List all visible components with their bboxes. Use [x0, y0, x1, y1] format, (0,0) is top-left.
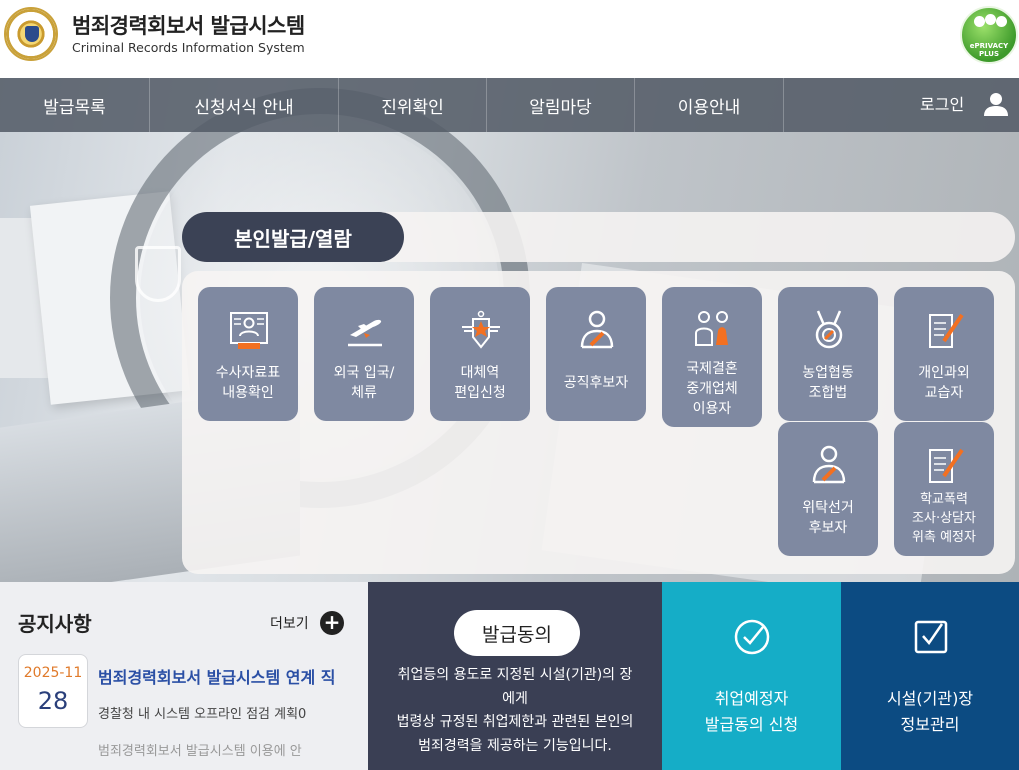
- site-header: 범죄경력회보서 발급시스템 Criminal Records Informati…: [0, 0, 1019, 78]
- site-title[interactable]: 범죄경력회보서 발급시스템: [72, 10, 305, 40]
- military-emblem-icon: [462, 310, 500, 349]
- notice-item-link[interactable]: 범죄경력회보서 발급시스템 이용에 안: [98, 740, 360, 759]
- nav-item-usage-guide[interactable]: 이용안내: [635, 78, 784, 132]
- facility-head-info-button[interactable]: 시설(기관)장 정보관리: [841, 582, 1019, 770]
- notice-title: 공지사항: [18, 612, 92, 636]
- person-sash-icon: [580, 310, 614, 349]
- label-line: 시설(기관)장: [886, 689, 974, 708]
- notice-date-month: 2025-11: [23, 665, 83, 681]
- facility-head-info-label: 시설(기관)장 정보관리: [841, 686, 1019, 738]
- tile-label-line: 후보자: [808, 520, 848, 536]
- main-nav: 발급목록 신청서식 안내 진위확인 알림마당 이용안내 로그인: [0, 78, 1019, 132]
- consent-desc-line: 취업등의 용도로 지정된 시설(기관)의 장: [397, 667, 633, 683]
- consent-desc-line: 범죄경력을 제공하는 기능입니다.: [418, 737, 612, 754]
- nav-item-form-guide[interactable]: 신청서식 안내: [150, 78, 339, 132]
- tile-investigation-record[interactable]: 수사자료표 내용확인: [198, 287, 298, 421]
- people-icon: [974, 14, 1008, 38]
- issue-consent-description: 취업등의 용도로 지정된 시설(기관)의 장 에게 법령상 규정된 취업제한과 …: [380, 664, 650, 758]
- label-line: 정보관리: [900, 715, 960, 734]
- tile-label-line: 교습자: [924, 385, 964, 401]
- tile-label-line: 이용자: [692, 401, 732, 417]
- tile-label-line: 외국 입국/: [333, 365, 395, 381]
- notice-date-box: 2025-11 28: [18, 654, 88, 728]
- tile-label-line: 내용확인: [222, 385, 274, 401]
- airplane-icon: [348, 319, 382, 347]
- tile-label-line: 편입신청: [454, 385, 506, 401]
- login-link[interactable]: 로그인: [920, 78, 964, 132]
- job-applicant-consent-button[interactable]: 취업예정자 발급동의 신청: [662, 582, 841, 770]
- site-subtitle: Criminal Records Information System: [72, 40, 305, 55]
- tile-label-line: 국제결혼: [686, 361, 738, 377]
- tile-label-line: 체류: [351, 385, 377, 401]
- tile-private-tutor[interactable]: 개인과외 교습자: [894, 287, 994, 421]
- consent-desc-line: 법령상 규정된 취업제한과 관련된 본인의: [396, 714, 634, 730]
- document-pen-icon: [929, 448, 964, 483]
- section-title: 본인발급/열람: [182, 212, 404, 262]
- couple-icon: [695, 311, 728, 346]
- tile-foreign-entry[interactable]: 외국 입국/ 체류: [314, 287, 414, 421]
- tile-label-line: 공직후보자: [563, 375, 629, 391]
- check-square-icon: [914, 620, 948, 654]
- issue-consent-section: 발급동의 취업등의 용도로 지정된 시설(기관)의 장 에게 법령상 규정된 취…: [368, 582, 662, 770]
- check-circle-icon: [734, 619, 770, 655]
- shield-check-icon: [135, 246, 181, 302]
- nav-item-issue-list[interactable]: 발급목록: [0, 78, 150, 132]
- label-line: 취업예정자: [714, 689, 789, 708]
- tile-school-violence-counselor[interactable]: 학교폭력 조사·상담자 위촉 예정자: [894, 422, 994, 556]
- person-sash-icon: [812, 445, 846, 484]
- notice-headline-link[interactable]: 범죄경력회보서 발급시스템 연계 직: [98, 664, 360, 688]
- tile-label-line: 농업협동: [802, 365, 854, 381]
- tile-label-line: 수사자료표: [215, 365, 281, 381]
- tile-label-line: 위촉 예정자: [912, 530, 976, 545]
- tile-label-line: 위탁선거: [802, 500, 854, 516]
- label-line: 발급동의 신청: [704, 715, 799, 734]
- consent-desc-line: 에게: [502, 690, 528, 707]
- document-pen-icon: [929, 313, 964, 348]
- eprivacy-badge-text: ePRIVACY PLUS: [969, 42, 1009, 58]
- tile-label-line: 조사·상담자: [912, 511, 976, 526]
- plus-icon[interactable]: +: [320, 611, 344, 635]
- tile-international-marriage[interactable]: 국제결혼 중개업체 이용자: [662, 287, 762, 427]
- tile-entrusted-election-candidate[interactable]: 위탁선거 후보자: [778, 422, 878, 556]
- tile-public-office-candidate[interactable]: 공직후보자: [546, 287, 646, 421]
- nav-item-verify[interactable]: 진위확인: [339, 78, 487, 132]
- nav-item-notice[interactable]: 알림마당: [487, 78, 635, 132]
- tile-alternative-service[interactable]: 대체역 편입신청: [430, 287, 530, 421]
- job-applicant-consent-label: 취업예정자 발급동의 신청: [662, 686, 841, 738]
- notice-date-day: 28: [37, 687, 69, 715]
- medal-icon: [815, 310, 843, 349]
- tile-label-line: 조합법: [808, 385, 848, 401]
- police-seal-logo[interactable]: [4, 7, 58, 61]
- tile-label-line: 중개업체: [686, 381, 738, 397]
- user-icon[interactable]: [982, 90, 1010, 118]
- tile-label-line: 개인과외: [918, 365, 970, 381]
- notice-item-link[interactable]: 경찰청 내 시스템 오프라인 점검 계획0: [98, 703, 360, 722]
- tile-label-line: 학교폭력: [920, 492, 968, 507]
- notice-more-link[interactable]: 더보기: [270, 613, 309, 633]
- tile-label-line: 대체역: [460, 365, 500, 381]
- id-card-icon: [230, 312, 268, 349]
- eprivacy-badge-icon[interactable]: ePRIVACY PLUS: [960, 6, 1018, 64]
- tile-agricultural-cooperative[interactable]: 농업협동 조합법: [778, 287, 878, 421]
- issue-consent-title: 발급동의: [454, 610, 580, 656]
